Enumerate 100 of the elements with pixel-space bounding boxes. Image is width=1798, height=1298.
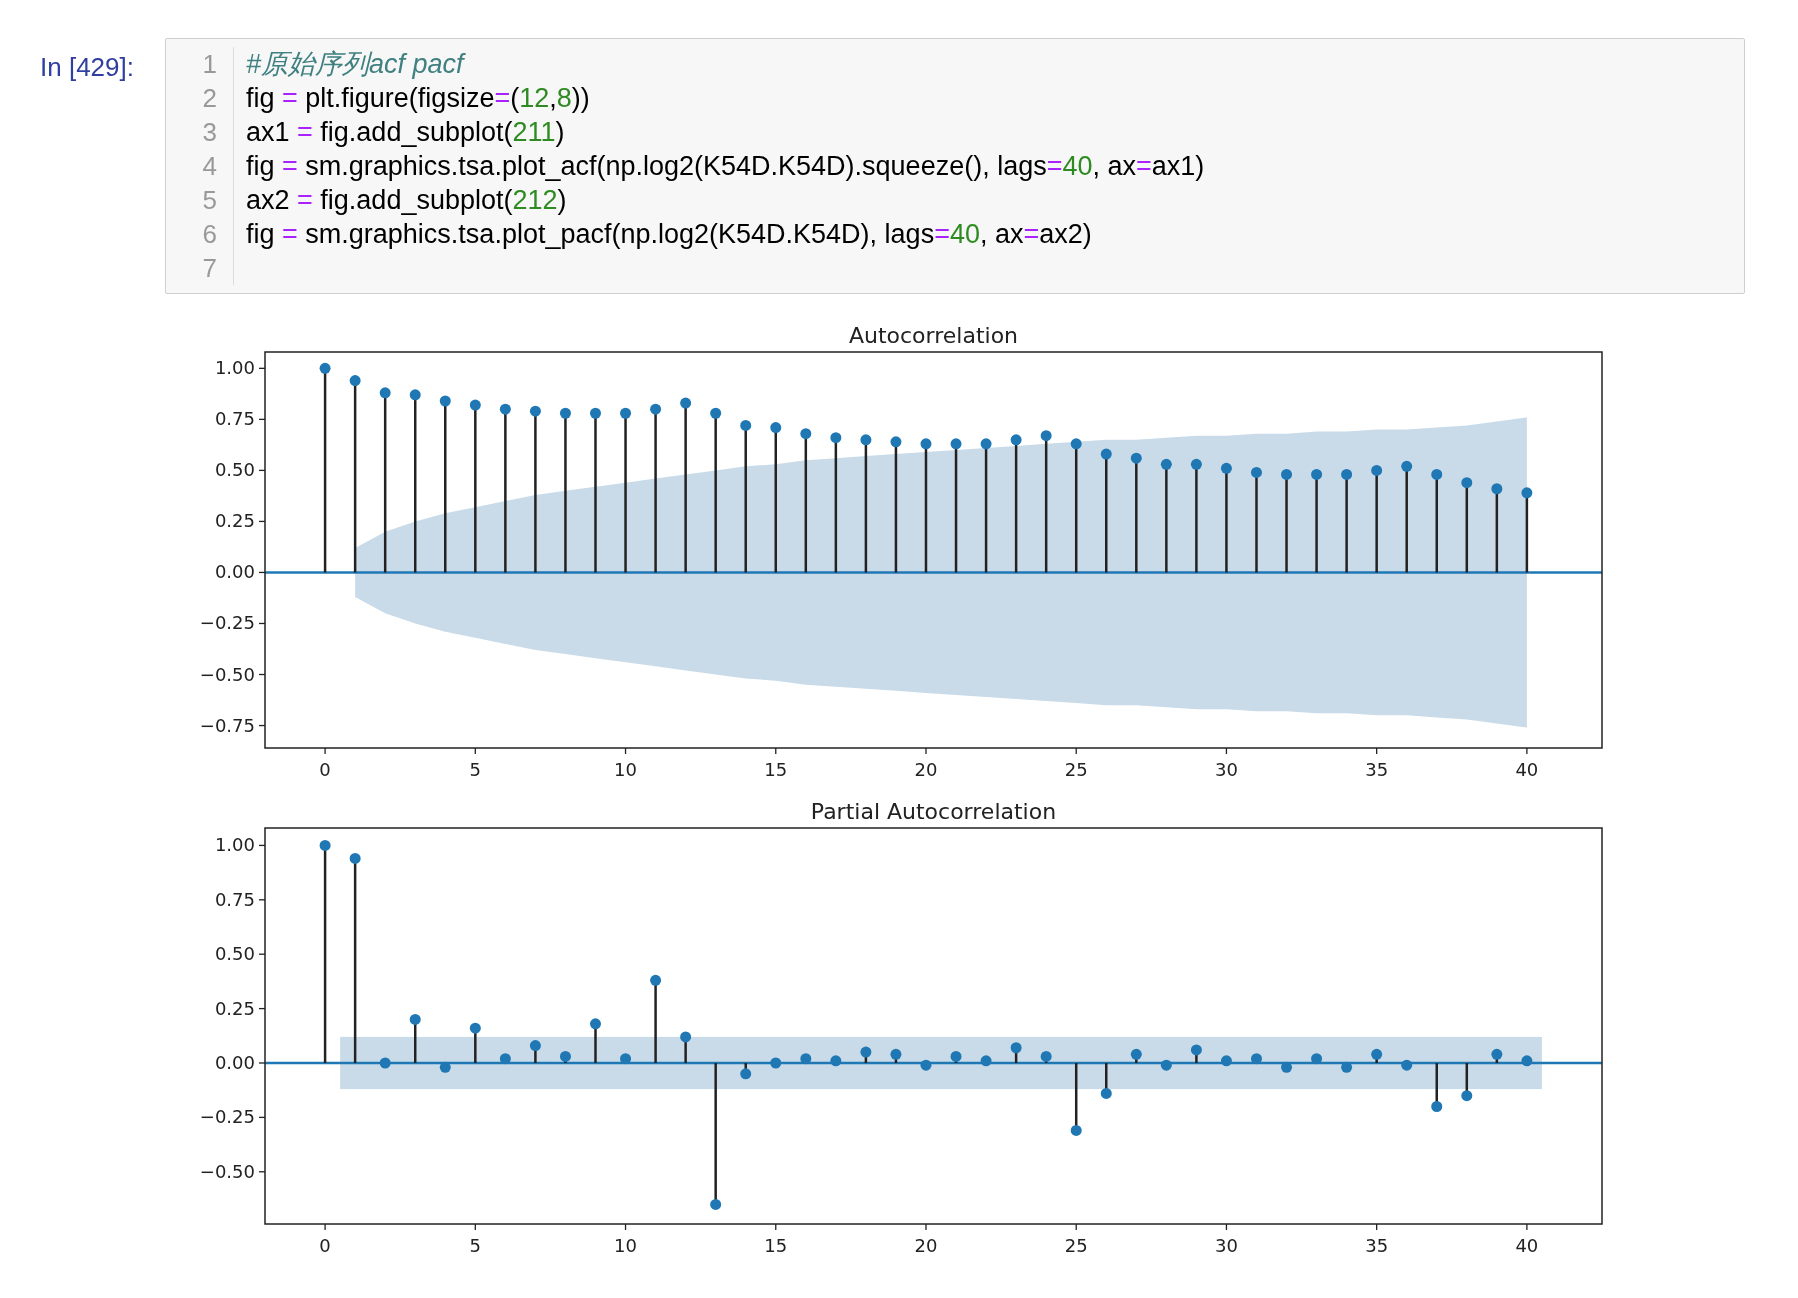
stem-marker (1521, 1055, 1533, 1067)
line-number: 4 (202, 150, 217, 183)
stem-marker (1251, 1053, 1262, 1065)
stem-marker (800, 1053, 812, 1065)
stem-marker (1190, 1044, 1202, 1063)
stem-marker (379, 1057, 391, 1069)
stem-marker (920, 1059, 932, 1071)
point (650, 974, 662, 986)
point (1521, 487, 1533, 499)
tick-label: 0 (319, 759, 331, 780)
stem-marker (499, 1053, 511, 1065)
point (680, 397, 692, 409)
point (529, 405, 541, 417)
point (1461, 1090, 1473, 1102)
tick-label: 0.00 (214, 561, 255, 583)
point (1070, 1124, 1082, 1136)
tick-label: −0.25 (199, 1106, 255, 1128)
stem-marker (830, 1055, 842, 1067)
tick-label: 0.00 (214, 1052, 255, 1073)
point (1461, 477, 1473, 489)
point (1401, 460, 1413, 472)
tick-label: 30 (1215, 759, 1238, 780)
tick-label: 0.75 (214, 888, 255, 910)
point (800, 428, 812, 440)
tick-label: 1.00 (214, 357, 255, 379)
point (620, 407, 632, 419)
code-editor[interactable] (165, 38, 1745, 294)
point (349, 852, 361, 864)
point (920, 438, 932, 450)
point (529, 1040, 541, 1052)
stem-marker (1311, 1053, 1323, 1065)
stem-marker (559, 1050, 571, 1063)
point (1010, 434, 1022, 446)
point (650, 403, 662, 415)
stem-marker (590, 1018, 601, 1063)
tick-label: −0.75 (199, 714, 255, 736)
stem-marker (680, 1031, 692, 1063)
stem-marker (1160, 1059, 1172, 1071)
tick-label: 20 (914, 1235, 938, 1256)
tick-label: 15 (764, 1235, 788, 1256)
stem-marker (860, 1046, 872, 1063)
point (1341, 468, 1353, 480)
point (1070, 438, 1082, 450)
stem-marker (890, 1048, 902, 1063)
stem-marker (1431, 1063, 1443, 1112)
tick-label: −0.50 (199, 663, 255, 685)
stem-marker (1220, 1055, 1232, 1067)
tick-label: 20 (914, 759, 938, 780)
point (409, 389, 421, 401)
tick-label: −0.50 (199, 1160, 255, 1182)
point (980, 438, 992, 450)
tick-label: 30 (1215, 1235, 1238, 1256)
point (1311, 468, 1323, 480)
stem-marker (770, 1057, 782, 1069)
point (469, 1022, 481, 1034)
tick-label: 0.25 (214, 510, 255, 532)
point (1431, 1101, 1443, 1113)
stem-marker (439, 1061, 451, 1073)
tick-label: 25 (1064, 1235, 1088, 1256)
stem-marker (1341, 1061, 1353, 1073)
cell-prompt: In [429]: (40, 51, 135, 83)
point (1130, 452, 1142, 464)
tick-label: 10 (614, 1235, 637, 1256)
line-number: 2 (202, 82, 217, 115)
point (710, 1198, 722, 1210)
point (1190, 458, 1202, 470)
point (559, 407, 571, 419)
tick-label: 5 (469, 1235, 482, 1256)
point (740, 1068, 752, 1080)
point (1371, 464, 1383, 476)
point (379, 387, 391, 399)
line-number: 3 (202, 116, 217, 149)
point (1431, 468, 1443, 480)
point (1491, 483, 1503, 495)
line-number: 1 (202, 48, 217, 81)
point (499, 403, 511, 415)
tick-label: 5 (469, 759, 482, 780)
point (860, 1046, 872, 1058)
point (1190, 1044, 1202, 1056)
point (890, 436, 902, 448)
point (680, 1031, 692, 1043)
tick-label: 10 (614, 759, 637, 780)
stem-marker (950, 1050, 962, 1063)
point (1010, 1042, 1022, 1054)
stem-marker (980, 1055, 992, 1067)
point (830, 432, 842, 444)
tick-label: 0 (319, 1235, 331, 1256)
point (1160, 458, 1172, 470)
tick-label: 0.25 (214, 997, 255, 1019)
stem-marker (529, 1040, 541, 1063)
stem-marker (1461, 1063, 1473, 1102)
stem-marker (620, 1053, 632, 1065)
stem-marker (1281, 1061, 1293, 1073)
tick-label: 40 (1515, 759, 1539, 780)
code-line: ax2 = fig.add_subplot(212) (246, 185, 567, 215)
tick-label: 0.75 (214, 408, 255, 430)
code-line: fig = plt.figure(figsize=(12,8)) (246, 83, 590, 113)
point (1281, 468, 1293, 480)
tick-label: 0.50 (214, 943, 255, 965)
tick-label: 35 (1365, 759, 1389, 780)
